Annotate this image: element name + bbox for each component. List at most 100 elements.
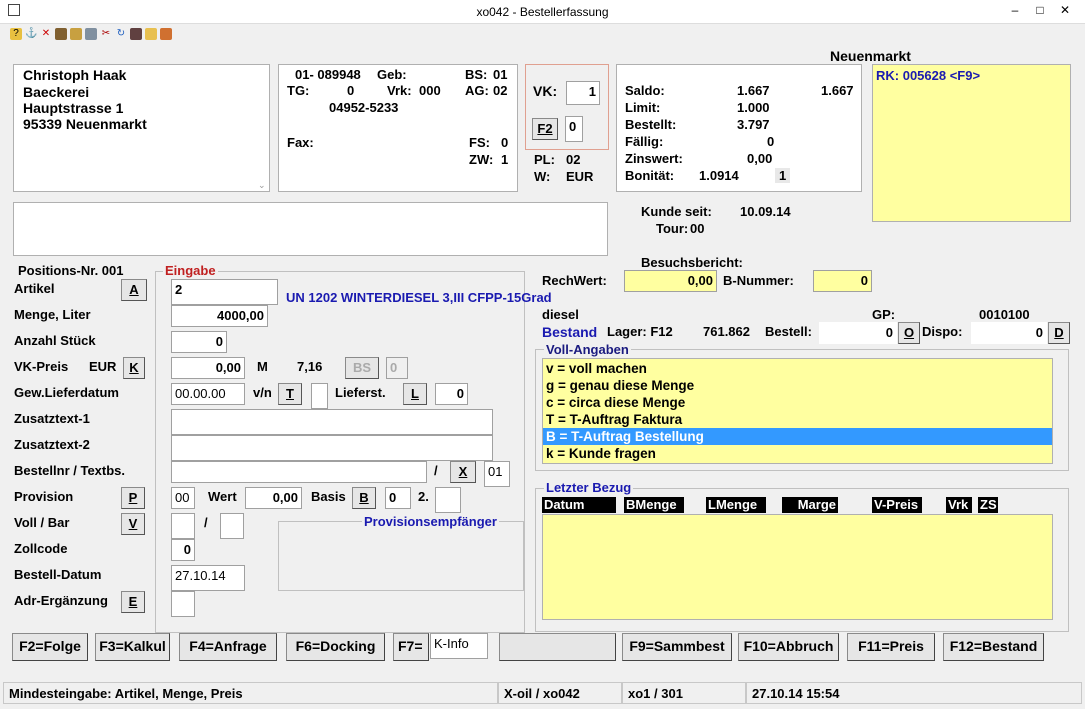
scissors-icon[interactable]: ✂ xyxy=(100,28,112,40)
f3-kalkul-button[interactable]: F3=Kalkul xyxy=(95,633,170,661)
artikel-input[interactable]: 2 xyxy=(171,279,278,305)
f2-small-button[interactable]: F2 xyxy=(532,118,558,140)
f11-preis-button[interactable]: F11=Preis xyxy=(847,633,935,661)
bestellnr-suffix-input[interactable]: 01 xyxy=(484,461,510,487)
menge-input[interactable]: 4000,00 xyxy=(171,305,268,327)
p-button[interactable]: P xyxy=(121,487,145,509)
lager-value: 761.862 xyxy=(703,324,750,339)
d-button[interactable]: D xyxy=(1048,322,1070,344)
zinswert-label: Zinswert: xyxy=(625,151,683,166)
gew-lieferdatum-input[interactable]: 00.00.00 xyxy=(171,383,245,405)
basis-input[interactable]: 0 xyxy=(385,487,411,509)
f4-anfrage-button[interactable]: F4=Anfrage xyxy=(179,633,277,661)
status-time: 27.10.14 15:54 xyxy=(746,682,1082,704)
lieferst-input[interactable]: 0 xyxy=(435,383,468,405)
zw-label: ZW: xyxy=(469,152,494,167)
zusatztext1-label: Zusatztext-1 xyxy=(14,411,90,426)
close-button[interactable]: ✕ xyxy=(1050,0,1080,22)
bestelldatum-label: Bestell-Datum xyxy=(14,567,102,582)
second-label: 2. xyxy=(418,489,429,504)
ag-label: AG: xyxy=(465,83,489,98)
folder-icon[interactable] xyxy=(145,28,157,40)
bestell-input[interactable]: 0 xyxy=(819,322,897,344)
zusatztext2-input[interactable] xyxy=(171,435,493,461)
bestelldatum-input[interactable]: 27.10.14 xyxy=(171,565,245,591)
e-button[interactable]: E xyxy=(121,591,145,613)
cancel-icon[interactable]: ✕ xyxy=(40,28,52,40)
x-button[interactable]: X xyxy=(450,461,476,483)
f12-bestand-button[interactable]: F12=Bestand xyxy=(943,633,1044,661)
artikel-button[interactable]: A xyxy=(121,279,147,301)
vollbar-input-2[interactable] xyxy=(220,513,244,539)
fax-label: Fax: xyxy=(287,135,314,150)
f10-abbruch-button[interactable]: F10=Abbruch xyxy=(738,633,839,661)
voll-option-selected[interactable]: B = T-Auftrag Bestellung xyxy=(543,428,1052,445)
refresh-icon[interactable]: ↻ xyxy=(115,28,127,40)
positions-number: Positions-Nr. 001 xyxy=(18,263,124,278)
vk-input[interactable]: 1 xyxy=(566,81,600,105)
voll-option[interactable]: c = circa diese Menge xyxy=(543,394,1052,411)
note-box[interactable] xyxy=(13,202,608,256)
rechwert-input[interactable]: 0,00 xyxy=(624,270,717,292)
f2-folge-button[interactable]: F2=Folge xyxy=(12,633,88,661)
v-button[interactable]: V xyxy=(121,513,145,535)
t-button[interactable]: T xyxy=(278,383,302,405)
besuchsbericht-label: Besuchsbericht: xyxy=(641,255,743,270)
zollcode-input[interactable]: 0 xyxy=(171,539,195,561)
wert-label: Wert xyxy=(208,489,237,504)
edit-icon[interactable] xyxy=(70,28,82,40)
wert-input[interactable]: 0,00 xyxy=(245,487,302,509)
f7-input[interactable]: K-Info xyxy=(430,633,488,659)
bestellnr-input[interactable] xyxy=(171,461,427,483)
rk-box[interactable]: RK: 005628 <F9> xyxy=(872,64,1071,222)
voll-option[interactable]: T = T-Auftrag Faktura xyxy=(543,411,1052,428)
f6-docking-button[interactable]: F6=Docking xyxy=(286,633,385,661)
vkpreis-currency: EUR xyxy=(89,359,117,374)
bs-input[interactable]: 0 xyxy=(386,357,408,379)
b-button[interactable]: B xyxy=(352,487,376,509)
zusatztext1-input[interactable] xyxy=(171,409,493,435)
f2-small-input[interactable]: 0 xyxy=(565,116,583,142)
scroll-down-icon[interactable]: ⌄ xyxy=(258,180,266,191)
vollbar-input-1[interactable] xyxy=(171,513,195,539)
provision-input[interactable]: 00 xyxy=(171,487,195,509)
zollcode-label: Zollcode xyxy=(14,541,68,556)
vn-input[interactable] xyxy=(311,383,328,409)
print-icon[interactable] xyxy=(85,28,97,40)
voll-angaben-list[interactable]: v = voll machen g = genau diese Menge c … xyxy=(542,358,1053,464)
dispo-input[interactable]: 0 xyxy=(971,322,1047,344)
voll-option[interactable]: v = voll machen xyxy=(543,360,1052,377)
menge-label: Menge, Liter xyxy=(14,307,91,322)
status-user: xo1 / 301 xyxy=(622,682,746,704)
col-datum: Datum xyxy=(542,497,616,513)
anchor-icon[interactable]: ⚓ xyxy=(25,28,37,40)
adr-ergaenzung-input[interactable] xyxy=(171,591,195,617)
f7-button[interactable]: F7= xyxy=(393,633,429,661)
user-icon[interactable] xyxy=(160,28,172,40)
voll-angaben-title: Voll-Angaben xyxy=(544,342,631,357)
help-icon[interactable]: ? xyxy=(10,28,22,40)
o-button[interactable]: O xyxy=(898,322,920,344)
bs-button[interactable]: BS xyxy=(345,357,379,379)
blank-button[interactable] xyxy=(499,633,616,661)
voll-option[interactable]: g = genau diese Menge xyxy=(543,377,1052,394)
bestell-label: Bestell: xyxy=(765,324,812,339)
vk-label: VK: xyxy=(533,83,558,99)
bestellnr-slash: / xyxy=(434,463,438,478)
k-button[interactable]: K xyxy=(123,357,145,379)
anzahl-input[interactable]: 0 xyxy=(171,331,227,353)
tour-label: Tour: xyxy=(656,221,689,236)
binoculars-icon[interactable] xyxy=(55,28,67,40)
adr-ergaenzung-label: Adr-Ergänzung xyxy=(14,593,108,608)
l-button[interactable]: L xyxy=(403,383,427,405)
vkpreis-label: VK-Preis xyxy=(14,359,69,374)
anzahl-label: Anzahl Stück xyxy=(14,333,96,348)
second-input[interactable] xyxy=(435,487,461,513)
vkpreis-input[interactable]: 0,00 xyxy=(171,357,245,379)
calculator-icon[interactable] xyxy=(130,28,142,40)
letzter-bezug-list[interactable] xyxy=(542,514,1053,620)
voll-option[interactable]: k = Kunde fragen xyxy=(543,445,1052,462)
bnummer-input[interactable]: 0 xyxy=(813,270,872,292)
gp-value: 0010100 xyxy=(979,307,1030,322)
f9-sammbest-button[interactable]: F9=Sammbest xyxy=(622,633,732,661)
